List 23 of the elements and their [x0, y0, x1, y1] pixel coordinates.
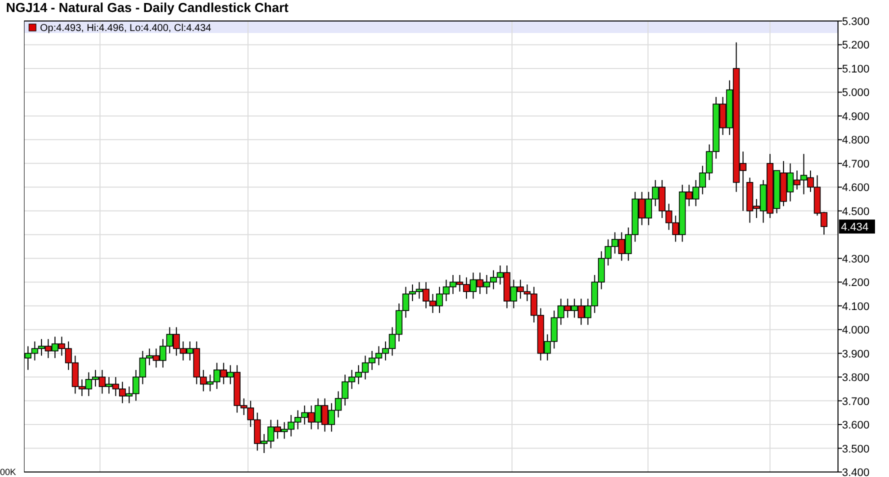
last-price-tag: 4.434 [839, 220, 875, 234]
axis-label: 5.000 [842, 87, 870, 100]
axis-label: 4.500 [842, 206, 870, 218]
axis-label: 3.500 [842, 443, 870, 456]
axis-label: 5.100 [842, 63, 870, 76]
axis-label: 5.300 [842, 16, 870, 28]
axis-label: 5.200 [842, 40, 870, 52]
axis-label: 4.100 [842, 300, 870, 313]
legend-text: Op:4.493, Hi:4.496, Lo:4.400, Cl:4.434 [40, 23, 212, 34]
axis-label: 4.200 [842, 277, 870, 290]
axis-label: 4.800 [842, 134, 870, 147]
axis-label: 4.000 [842, 324, 870, 337]
chart-title: NGJ14 - Natural Gas - Daily Candlestick Chart [5, 0, 290, 16]
axis-label: 4.600 [842, 182, 870, 194]
axis-label: 3.900 [842, 348, 870, 360]
axis-label: 4.700 [842, 158, 870, 170]
axis-label: 4.300 [842, 253, 870, 266]
axis-label: 3.700 [842, 396, 870, 408]
volume-axis-label: 00K [0, 467, 18, 477]
axis-label: 3.800 [842, 372, 870, 384]
axis-label: 4.900 [842, 110, 870, 123]
axis-label: 3.600 [842, 420, 870, 432]
axis-label: 3.400 [842, 467, 870, 477]
